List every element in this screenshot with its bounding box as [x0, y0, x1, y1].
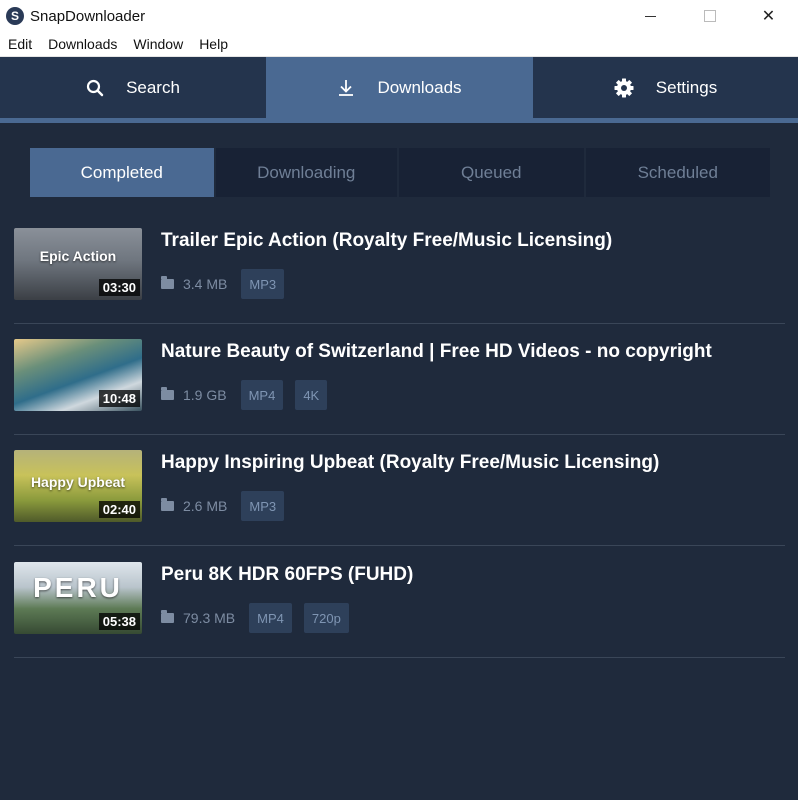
download-icon	[337, 79, 355, 97]
minimize-icon	[645, 15, 656, 17]
menu-window[interactable]: Window	[125, 36, 191, 52]
subtab-downloading[interactable]: Downloading	[215, 148, 399, 197]
item-meta: 2.6 MB MP3	[161, 491, 296, 521]
tab-downloads[interactable]: Downloads	[266, 57, 533, 118]
subtab-completed[interactable]: Completed	[30, 148, 216, 197]
video-thumbnail[interactable]: Epic Action 03:30	[14, 228, 142, 300]
format-badge: MP3	[241, 269, 285, 299]
download-item[interactable]: 10:48 Nature Beauty of Switzerland | Fre…	[14, 323, 785, 435]
download-item[interactable]: PERU 05:38 Peru 8K HDR 60FPS (FUHD) 79.3…	[14, 546, 785, 658]
folder-icon[interactable]	[161, 276, 174, 289]
video-title: Peru 8K HDR 60FPS (FUHD)	[161, 564, 414, 585]
file-size: 79.3 MB	[183, 610, 236, 626]
file-size: 3.4 MB	[183, 276, 228, 292]
app-logo-icon: S	[6, 7, 24, 25]
video-title: Nature Beauty of Switzerland | Free HD V…	[161, 341, 712, 362]
subtab-scheduled[interactable]: Scheduled	[585, 148, 770, 197]
item-meta: 1.9 GB MP4 4K	[161, 380, 339, 410]
video-title: Trailer Epic Action (Royalty Free/Music …	[161, 230, 613, 251]
folder-icon[interactable]	[161, 610, 174, 623]
duration-badge: 10:48	[98, 390, 140, 407]
menu-downloads[interactable]: Downloads	[40, 36, 125, 52]
duration-badge: 03:30	[98, 279, 140, 296]
video-title: Happy Inspiring Upbeat (Royalty Free/Mus…	[161, 452, 660, 473]
tab-settings-label: Settings	[655, 77, 718, 97]
gear-icon	[614, 78, 634, 98]
folder-icon[interactable]	[161, 387, 174, 400]
duration-badge: 02:40	[98, 501, 140, 518]
maximize-icon	[703, 10, 716, 22]
quality-badge: 4K	[295, 380, 328, 410]
window-controls: ✕	[621, 0, 798, 32]
tab-search[interactable]: Search	[0, 57, 266, 118]
download-item[interactable]: Epic Action 03:30 Trailer Epic Action (R…	[14, 212, 785, 324]
format-badge: MP4	[249, 603, 292, 633]
video-thumbnail[interactable]: 10:48	[14, 339, 142, 411]
video-thumbnail[interactable]: Happy Upbeat 02:40	[14, 450, 142, 522]
thumbnail-label: PERU	[33, 572, 123, 603]
tab-search-label: Search	[126, 77, 180, 97]
menu-edit[interactable]: Edit	[0, 36, 40, 52]
main-tab-bar: Search Downloads Settings	[0, 57, 798, 118]
subtab-queued[interactable]: Queued	[399, 148, 586, 197]
item-meta: 79.3 MB MP4 720p	[161, 603, 361, 633]
minimize-button[interactable]	[621, 0, 680, 32]
quality-badge: 720p	[303, 603, 349, 633]
format-badge: MP4	[240, 380, 284, 410]
thumbnail-label: Happy Upbeat	[30, 474, 126, 490]
maximize-button[interactable]	[680, 0, 739, 32]
duration-badge: 05:38	[98, 613, 140, 630]
close-icon: ✕	[761, 8, 776, 25]
tab-downloads-label: Downloads	[377, 77, 462, 97]
file-size: 2.6 MB	[183, 498, 228, 514]
tab-bar-underline	[0, 118, 798, 123]
download-status-tabs: Completed Downloading Queued Scheduled	[30, 148, 770, 197]
file-size: 1.9 GB	[183, 387, 227, 403]
format-badge: MP3	[241, 491, 285, 521]
download-item[interactable]: Happy Upbeat 02:40 Happy Inspiring Upbea…	[14, 434, 785, 546]
title-bar: S SnapDownloader ✕	[0, 0, 798, 32]
thumbnail-label: Epic Action	[39, 248, 117, 264]
window-title: SnapDownloader	[30, 7, 146, 25]
menu-bar: Edit Downloads Window Help	[0, 32, 798, 57]
folder-icon[interactable]	[161, 498, 174, 511]
close-button[interactable]: ✕	[739, 0, 798, 32]
video-thumbnail[interactable]: PERU 05:38	[14, 562, 142, 634]
menu-help[interactable]: Help	[191, 36, 236, 52]
tab-settings[interactable]: Settings	[533, 57, 798, 118]
search-icon	[86, 79, 104, 97]
item-meta: 3.4 MB MP3	[161, 269, 296, 299]
